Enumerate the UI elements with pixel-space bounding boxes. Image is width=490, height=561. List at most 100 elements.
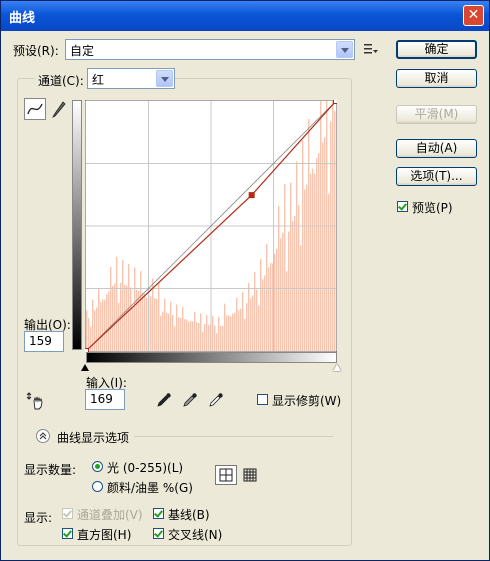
histogram-bar	[94, 310, 96, 351]
preset-options-icon[interactable]	[363, 42, 379, 56]
baseline-checkbox[interactable]	[153, 508, 164, 519]
white-eyedropper-icon[interactable]	[208, 392, 224, 408]
simple-grid-icon[interactable]	[215, 465, 237, 485]
histogram-bar	[196, 322, 198, 351]
curves-dialog: 曲线 ✕ 预设(R): 自定 确定 取消 平滑(M) 自动(A) 选项(T)..…	[0, 0, 490, 561]
histogram-bar	[322, 142, 324, 351]
channel-value: 红	[92, 73, 105, 87]
black-point-slider[interactable]	[81, 364, 89, 371]
histogram-bar	[306, 184, 308, 351]
histogram-bar	[298, 205, 300, 351]
histogram-bar	[154, 298, 156, 351]
curve-point[interactable]	[333, 100, 338, 104]
output-field[interactable]: 159	[24, 331, 64, 352]
intersection-line-checkbox[interactable]	[153, 528, 164, 539]
histogram-bar	[230, 316, 232, 351]
curve-point[interactable]	[248, 192, 255, 199]
smooth-button[interactable]: 平滑(M)	[396, 105, 477, 124]
preview-checkbox[interactable]	[397, 201, 408, 212]
histogram-bar	[266, 243, 268, 351]
histogram-bar	[106, 294, 108, 351]
histogram-bar	[186, 319, 188, 351]
histogram-bar	[258, 305, 260, 351]
histogram-bar	[248, 283, 250, 351]
histogram-bar	[244, 318, 246, 351]
targeted-adjustment-hand-icon[interactable]	[26, 391, 48, 411]
intersection-line-label: 交叉线(N)	[168, 528, 223, 542]
histogram-bar	[200, 313, 202, 351]
histogram-bar	[178, 317, 180, 351]
preview-label: 预览(P)	[412, 201, 453, 215]
histogram-bar	[112, 286, 114, 351]
channel-select[interactable]: 红	[87, 68, 175, 89]
histogram-bar	[280, 238, 282, 351]
preset-value: 自定	[70, 44, 95, 58]
histogram-bar	[270, 262, 272, 351]
histogram-bar	[310, 173, 312, 351]
histogram-bar	[286, 271, 288, 351]
histogram-bar	[330, 121, 332, 351]
histogram-bar	[282, 232, 284, 351]
histogram-bar	[216, 333, 218, 351]
histogram-bar	[180, 317, 182, 351]
show-clipping-checkbox[interactable]	[257, 394, 268, 405]
histogram-bar	[166, 313, 168, 351]
histogram-bar	[254, 272, 256, 351]
curve-graph[interactable]	[85, 100, 337, 352]
ok-button[interactable]: 确定	[396, 40, 477, 59]
histogram-bar	[234, 312, 236, 351]
histogram-bar	[318, 152, 320, 351]
cancel-button[interactable]: 取消	[396, 69, 477, 88]
light-radio-label: 光 (0-255)(L)	[107, 461, 184, 475]
histogram-bar	[150, 296, 152, 351]
white-point-slider[interactable]	[333, 364, 341, 371]
histogram-bar	[174, 326, 176, 351]
show-label: 显示:	[24, 511, 53, 525]
close-button[interactable]: ✕	[463, 5, 484, 26]
histogram-bar	[132, 307, 134, 351]
gray-eyedropper-icon[interactable]	[182, 392, 198, 408]
histogram-bar	[104, 299, 106, 351]
histogram-bar	[260, 259, 262, 351]
histogram-bar	[316, 158, 318, 351]
channel-label: 通道(C):	[35, 72, 87, 89]
histogram-bar	[242, 291, 244, 351]
histogram-bar	[212, 316, 214, 351]
pigment-radio[interactable]	[92, 481, 103, 492]
title-bar[interactable]: 曲线 ✕	[1, 1, 489, 31]
histogram-bar	[222, 325, 224, 351]
histogram-bar	[108, 291, 110, 351]
histogram-bar	[288, 231, 290, 351]
histogram-bar	[214, 325, 216, 351]
histogram-bar	[146, 297, 148, 351]
histogram-bar	[308, 118, 310, 351]
histogram-bar	[226, 315, 228, 351]
histogram-bar	[124, 284, 126, 351]
histogram-bar	[156, 299, 158, 351]
histogram-bar	[126, 285, 128, 351]
pencil-icon[interactable]	[50, 98, 68, 118]
histogram-bar	[134, 267, 136, 351]
histogram-bar	[140, 271, 142, 351]
curve-tool-icon[interactable]	[24, 98, 46, 120]
black-eyedropper-icon[interactable]	[156, 392, 172, 408]
histogram-bar	[240, 308, 242, 351]
histogram-checkbox[interactable]	[62, 528, 73, 539]
window-title: 曲线	[9, 11, 36, 26]
collapse-icon[interactable]	[36, 429, 50, 443]
input-field[interactable]: 169	[85, 389, 125, 410]
histogram-bar	[228, 315, 230, 351]
histogram-bar	[190, 320, 192, 351]
histogram-bar	[220, 325, 222, 351]
histogram-bar	[232, 313, 234, 351]
detailed-grid-icon[interactable]	[241, 466, 259, 484]
channel-overlays-checkbox[interactable]	[62, 508, 73, 519]
auto-button[interactable]: 自动(A)	[396, 139, 477, 158]
histogram-bar	[208, 324, 210, 351]
histogram-bar	[312, 168, 314, 351]
options-button[interactable]: 选项(T)...	[396, 167, 477, 186]
light-radio[interactable]	[92, 461, 103, 472]
preset-select[interactable]: 自定	[65, 39, 355, 60]
histogram-bar	[142, 292, 144, 351]
histogram-bar	[268, 267, 270, 351]
